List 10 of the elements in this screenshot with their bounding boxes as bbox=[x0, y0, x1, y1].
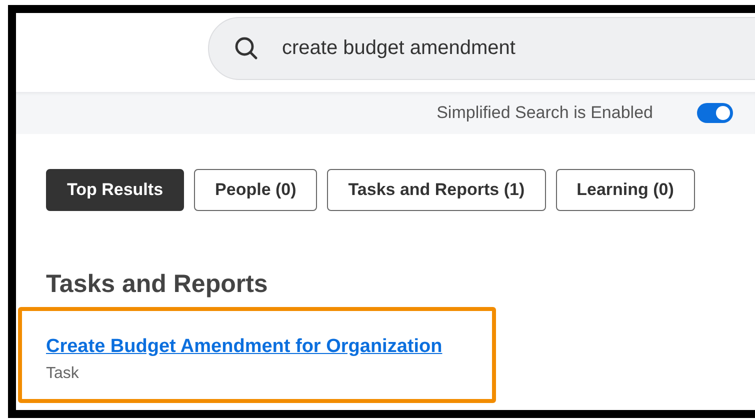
filter-tab[interactable]: Top Results bbox=[46, 169, 184, 211]
section-heading: Tasks and Reports bbox=[46, 269, 269, 299]
result-type: Task bbox=[46, 364, 79, 383]
toggle-label: Simplified Search is Enabled bbox=[436, 103, 653, 123]
toggle-switch[interactable] bbox=[697, 103, 733, 123]
filter-tab[interactable]: Tasks and Reports (1) bbox=[327, 169, 546, 211]
filter-tab[interactable]: People (0) bbox=[194, 169, 318, 211]
search-field[interactable]: create budget amendment bbox=[208, 17, 755, 80]
filter-tab[interactable]: Learning (0) bbox=[556, 169, 695, 211]
result-link[interactable]: Create Budget Amendment for Organization bbox=[46, 336, 442, 358]
